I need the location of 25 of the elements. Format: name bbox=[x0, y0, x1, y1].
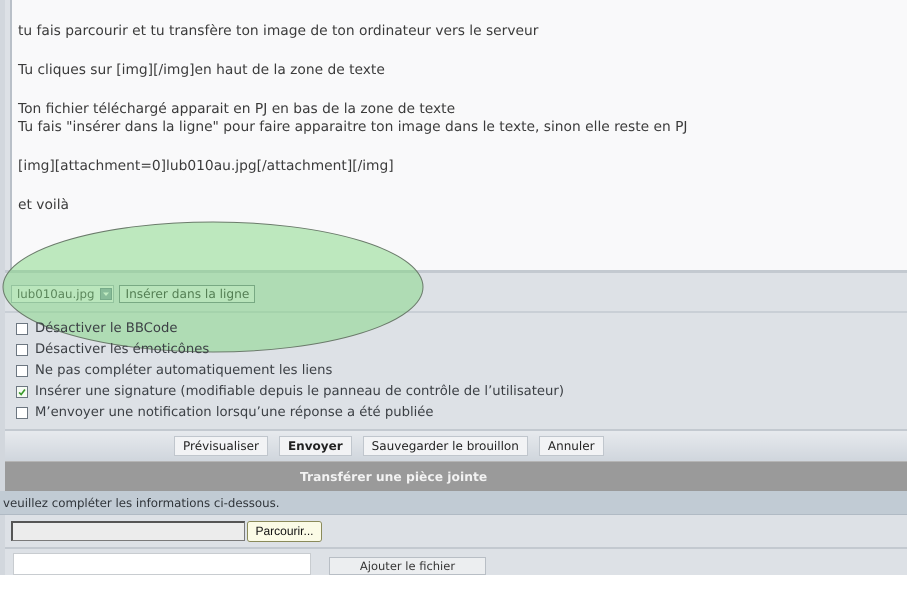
form-button[interactable]: Annuler bbox=[538, 436, 604, 456]
checkbox[interactable] bbox=[16, 364, 28, 376]
checkbox[interactable] bbox=[16, 344, 28, 356]
message-line: [img][attachment=0]lub010au.jpg[/attachment][/img] bbox=[18, 157, 394, 175]
checkbox[interactable] bbox=[16, 406, 28, 418]
message-line: tu fais parcourir et tu transfère ton image de ton ordinateur vers le serveur bbox=[18, 22, 538, 40]
file-comment-field[interactable] bbox=[13, 553, 311, 575]
form-button[interactable]: Prévisualiser bbox=[174, 436, 268, 456]
checkbox[interactable] bbox=[16, 322, 28, 334]
message-line: et voilà bbox=[18, 196, 70, 214]
option-label: Insérer une signature (modifiable depuis le panneau de contrôle de l’utilisateur) bbox=[35, 384, 564, 399]
instruction-text: veuillez compléter les informations ci-dessous. bbox=[3, 496, 280, 510]
browse-button[interactable]: Parcourir... bbox=[247, 520, 322, 542]
message-line: Ton fichier téléchargé apparait en PJ en bas de la zone de texte bbox=[18, 100, 456, 118]
form-button[interactable]: Sauvegarder le brouillon bbox=[362, 436, 528, 456]
checkbox[interactable] bbox=[16, 386, 28, 398]
file-path-field[interactable] bbox=[11, 521, 245, 541]
section-title: Transférer une pièce jointe bbox=[300, 470, 488, 484]
message-textarea[interactable] bbox=[10, 0, 907, 270]
option-label: M’envoyer une notification lorsqu’une réponse a été publiée bbox=[35, 405, 434, 420]
add-file-button[interactable]: Ajouter le fichier bbox=[329, 557, 486, 575]
option-label: Ne pas compléter automatiquement les liens bbox=[35, 363, 332, 378]
message-line: Tu fais "insérer dans la ligne" pour faire apparaitre ton image dans le texte, sinon elle reste en PJ bbox=[18, 118, 688, 136]
form-button[interactable]: Envoyer bbox=[278, 436, 352, 456]
message-line: Tu cliques sur [img][/img]en haut de la zone de texte bbox=[18, 61, 385, 79]
